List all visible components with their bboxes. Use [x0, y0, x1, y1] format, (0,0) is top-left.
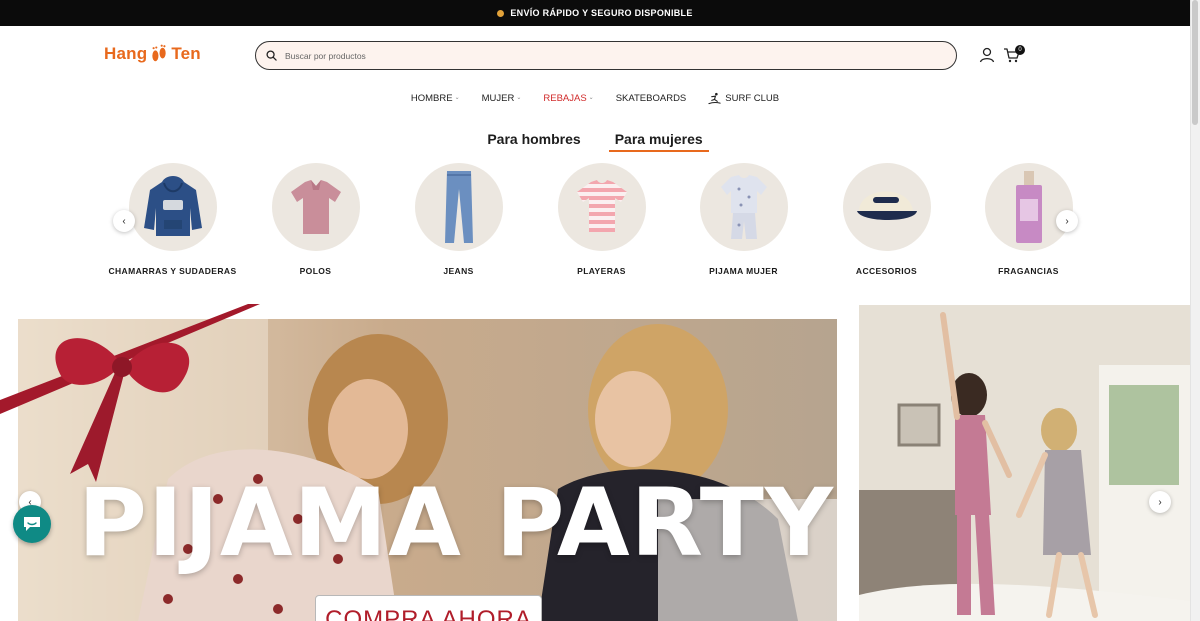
info-dot-icon — [497, 9, 505, 17]
search-bar[interactable] — [255, 41, 957, 70]
nav-label: REBAJAS — [543, 93, 587, 104]
tshirt-icon — [576, 180, 627, 232]
gender-tabs: Para hombres Para mujeres — [0, 131, 1190, 152]
announcement-text: ENVÍO RÁPIDO Y SEGURO DISPONIBLE — [510, 8, 693, 18]
search-icon[interactable] — [266, 50, 277, 61]
nav-label: SURF CLUB — [725, 93, 780, 104]
surfer-icon — [708, 92, 721, 105]
page-scrollbar[interactable] — [1190, 0, 1200, 621]
category-label[interactable]: JEANS — [386, 266, 531, 276]
hero-banner-side[interactable] — [859, 305, 1190, 621]
tab-para-hombres[interactable]: Para hombres — [481, 131, 586, 152]
cart-count-badge: 0 — [1015, 45, 1025, 55]
pajama-icon — [720, 175, 767, 239]
category-label[interactable]: ACCESORIOS — [814, 266, 959, 276]
hoodie-icon — [143, 176, 202, 236]
footprints-logo-icon — [152, 44, 166, 62]
scrollbar-thumb[interactable] — [1192, 0, 1198, 125]
perfume-icon — [1015, 171, 1042, 243]
chat-bubble-icon — [24, 517, 40, 531]
nav-label: HOMBRE — [410, 93, 453, 104]
cap-icon — [856, 191, 917, 220]
tab-para-mujeres[interactable]: Para mujeres — [608, 131, 709, 152]
category-image[interactable] — [128, 163, 217, 251]
chevron-left-icon: ‹ — [122, 215, 126, 227]
category-item-playeras[interactable]: PLAYERAS — [529, 163, 674, 276]
jeans-icon — [444, 171, 473, 243]
category-image[interactable] — [414, 163, 503, 251]
carousel-next-button[interactable]: › — [1056, 210, 1078, 232]
category-image[interactable] — [271, 163, 360, 251]
category-label[interactable]: PLAYERAS — [529, 266, 674, 276]
category-item-accesorios[interactable]: ACCESORIOS — [814, 163, 959, 276]
hero-title: PIJAMA PARTY — [78, 469, 834, 578]
gift-ribbon-icon — [0, 304, 260, 482]
category-item-fragancias[interactable]: FRAGANCIAS — [956, 163, 1101, 276]
chat-button[interactable] — [13, 505, 51, 543]
chevron-right-icon: › — [1158, 496, 1162, 508]
category-item-polos[interactable]: POLOS — [243, 163, 388, 276]
nav-label: MUJER — [481, 93, 515, 104]
shop-now-button[interactable]: COMPRA AHORA — [315, 595, 542, 621]
category-label[interactable]: FRAGANCIAS — [956, 266, 1101, 276]
nav-label: SKATEBOARDS — [615, 93, 687, 104]
nav-item-skateboards[interactable]: SKATEBOARDS — [616, 92, 687, 105]
brand-logo[interactable]: Hang Ten — [104, 44, 201, 64]
category-image[interactable] — [557, 163, 646, 251]
hero-side-photo — [859, 305, 1190, 621]
category-image[interactable] — [699, 163, 788, 251]
category-label[interactable]: PIJAMA MUJER — [671, 266, 816, 276]
search-input[interactable] — [285, 50, 925, 61]
category-image[interactable] — [984, 163, 1073, 251]
category-label[interactable]: CHAMARRAS Y SUDADERAS — [100, 266, 245, 276]
category-image[interactable] — [842, 163, 931, 251]
announcement-bar: ENVÍO RÁPIDO Y SEGURO DISPONIBLE — [0, 0, 1190, 26]
main-navigation: HOMBRE ⌄ MUJER ⌄ REBAJAS ⌄ SKATEBOARDS S… — [0, 92, 1190, 105]
nav-item-surf-club[interactable]: SURF CLUB — [708, 92, 779, 105]
chevron-right-icon: › — [1065, 215, 1069, 227]
logo-text-right: Ten — [171, 44, 201, 63]
chevron-down-icon: ⌄ — [454, 95, 460, 101]
chevron-down-icon: ⌄ — [516, 95, 522, 101]
chevron-down-icon: ⌄ — [588, 95, 594, 101]
category-item-pijama-mujer[interactable]: PIJAMA MUJER — [671, 163, 816, 276]
nav-item-rebajas[interactable]: REBAJAS ⌄ — [543, 92, 593, 105]
carousel-prev-button[interactable]: ‹ — [113, 210, 135, 232]
logo-text-left: Hang — [104, 44, 148, 63]
polo-icon — [290, 180, 341, 234]
account-icon[interactable] — [978, 46, 996, 64]
hero-next-button[interactable]: › — [1149, 491, 1171, 513]
category-label[interactable]: POLOS — [243, 266, 388, 276]
nav-item-hombre[interactable]: HOMBRE ⌄ — [411, 92, 460, 105]
nav-item-mujer[interactable]: MUJER ⌄ — [482, 92, 522, 105]
category-item-jeans[interactable]: JEANS — [386, 163, 531, 276]
